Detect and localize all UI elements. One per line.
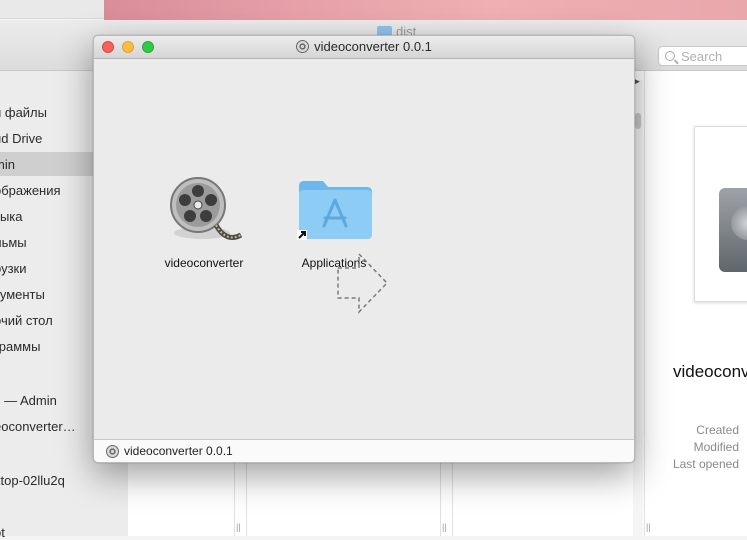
dmg-titlebar[interactable]: videoconverter 0.0.1 [94, 36, 634, 59]
column-divider[interactable] [644, 71, 645, 536]
desktop-wallpaper [104, 0, 747, 20]
film-reel-icon [296, 40, 310, 53]
film-reel-icon[interactable] [166, 173, 246, 245]
sidebar-item[interactable]: ud Drive [0, 131, 42, 146]
sidebar-item[interactable]: и файлы [0, 105, 47, 120]
sidebar-item[interactable]: граммы [0, 339, 40, 354]
sidebar-item[interactable]: eoconverter… [0, 419, 76, 434]
preview-last-opened-label: Last opened [672, 457, 739, 471]
preview-modified-label: Modified [693, 440, 739, 454]
scrollbar-thumb[interactable] [635, 113, 641, 129]
sidebar-item[interactable]: зыка [0, 209, 23, 224]
column-resize-handle[interactable]: || [442, 522, 447, 532]
column-resize-handle[interactable]: || [236, 522, 241, 532]
sidebar-item[interactable]: ktop-02llu2q [0, 473, 65, 488]
dmg-window-title: videoconverter 0.0.1 [94, 39, 634, 54]
app-label[interactable]: videoconverter [149, 256, 259, 270]
preview-created-label: Created [696, 423, 739, 437]
background-window-corner [0, 0, 104, 19]
sidebar-item[interactable]: ображения [0, 183, 61, 198]
disk-image-icon [719, 188, 747, 272]
column-resize-handle[interactable]: || [646, 522, 651, 532]
preview-file-name: videoconv [673, 362, 747, 381]
sidebar-item-selected[interactable]: min [0, 157, 15, 172]
sidebar-item[interactable]: льмы [0, 235, 27, 250]
applications-folder-icon[interactable] [297, 178, 373, 240]
search-icon [665, 51, 675, 61]
search-placeholder: Search [681, 49, 723, 64]
sidebar-item[interactable]: ot [0, 525, 5, 540]
dashed-arrow-icon [337, 252, 389, 314]
sidebar-item[interactable]: c — Admin [0, 393, 57, 408]
sidebar-item[interactable]: очий стол [0, 313, 53, 328]
dmg-status-bar: videoconverter 0.0.1 [94, 439, 634, 462]
dmg-window-title-text: videoconverter 0.0.1 [314, 39, 432, 54]
status-bar-label: videoconverter 0.0.1 [124, 444, 233, 458]
dmg-window: videoconverter 0.0.1 videoconverter Appl… [93, 35, 635, 463]
sidebar-item[interactable]: кументы [0, 287, 45, 302]
search-field[interactable]: Search [658, 46, 747, 66]
dmg-content: videoconverter Applications [94, 59, 634, 439]
film-reel-icon [106, 445, 119, 458]
sidebar-item[interactable]: рузки [0, 261, 27, 276]
